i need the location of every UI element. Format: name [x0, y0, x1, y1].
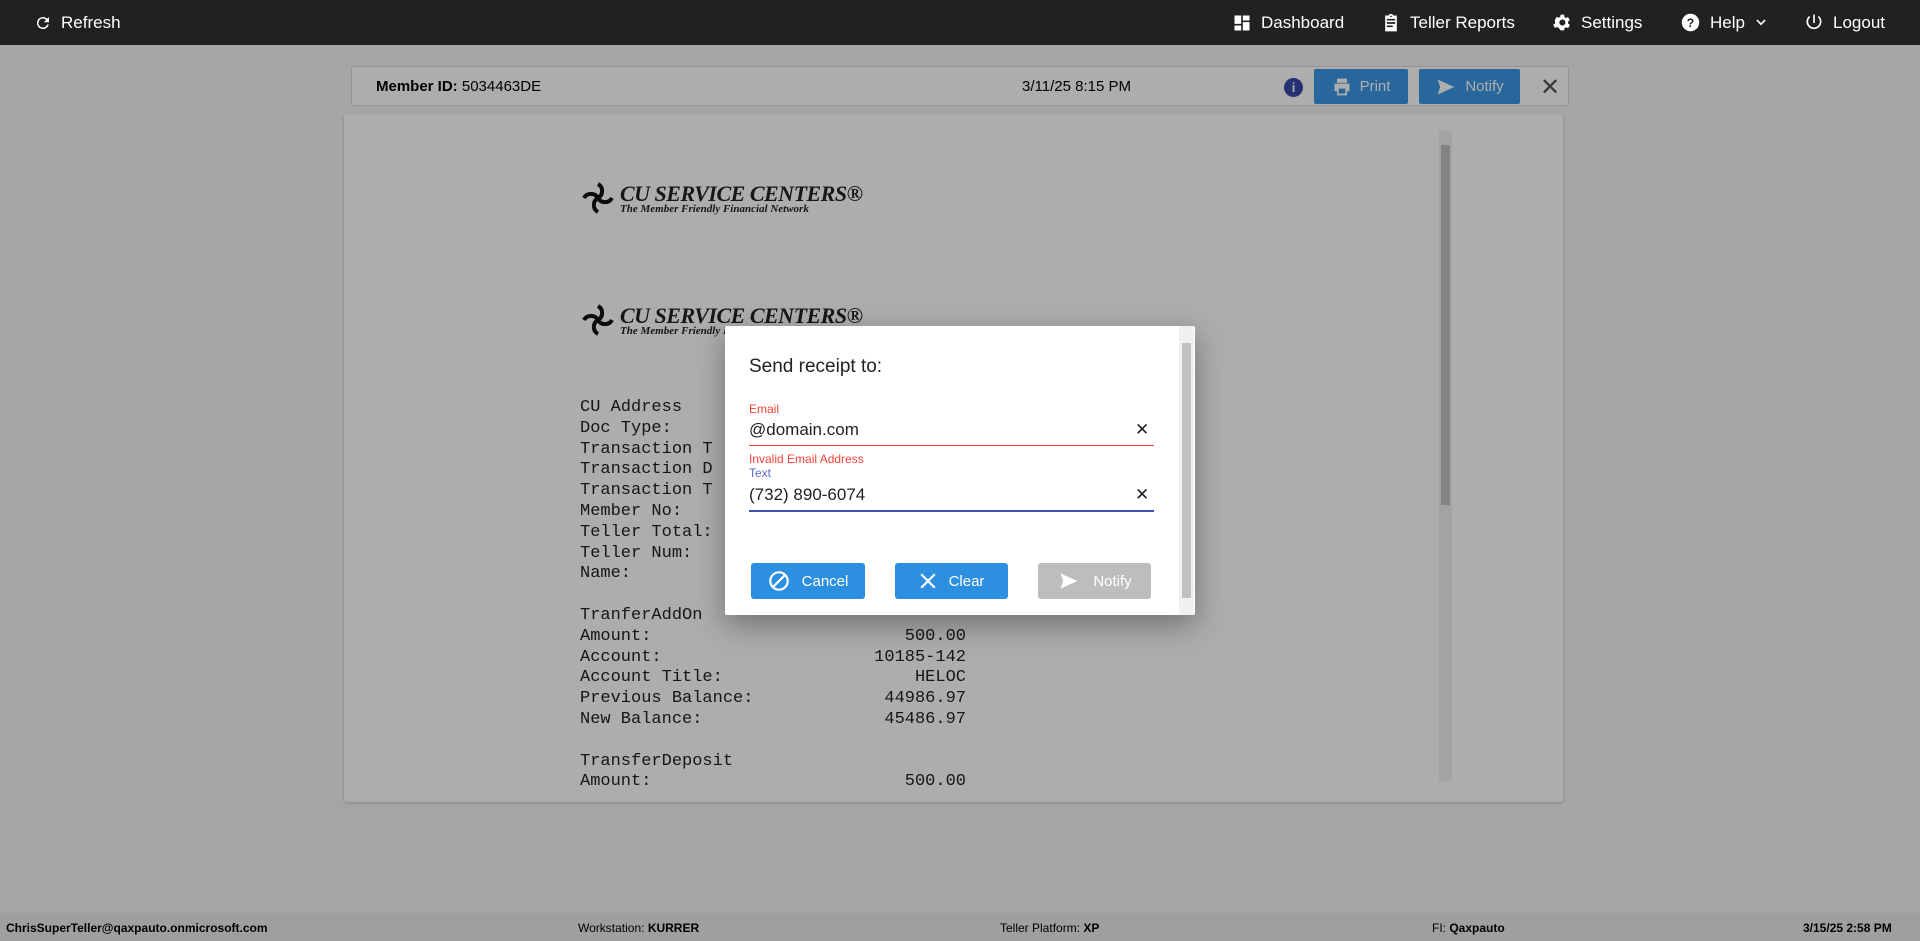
refresh-label: Refresh [61, 12, 121, 32]
top-nav-bar: Refresh Dashboard Teller Reports Setting… [0, 0, 1920, 45]
text-label: Text [749, 466, 772, 480]
refresh-icon [36, 16, 49, 29]
clear-text-icon[interactable]: ✕ [1135, 485, 1149, 505]
clear-email-icon[interactable]: ✕ [1135, 420, 1149, 440]
dialog-scrollbar[interactable] [1179, 326, 1194, 615]
nav-teller-reports[interactable]: Teller Reports [1381, 0, 1515, 45]
email-field[interactable] [749, 418, 1154, 442]
help-icon: ? [1681, 13, 1700, 32]
dialog-title: Send receipt to: [749, 356, 883, 377]
close-icon [920, 573, 936, 589]
email-label: Email [749, 402, 780, 416]
nav-settings[interactable]: Settings [1551, 0, 1642, 45]
logout-button[interactable]: Logout [1804, 0, 1885, 45]
dashboard-label: Dashboard [1261, 12, 1345, 32]
send-receipt-dialog: Send receipt to: Email ✕ Invalid Email A… [725, 326, 1195, 615]
cancel-icon [768, 571, 789, 591]
settings-label: Settings [1581, 12, 1643, 32]
dashboard-icon [1234, 15, 1250, 30]
email-error: Invalid Email Address [749, 452, 864, 466]
clipboard-icon [1385, 13, 1397, 31]
notify-button[interactable]: Notify [1038, 563, 1151, 599]
text-underline [749, 510, 1154, 512]
nav-help[interactable]: ? Help [1680, 0, 1768, 45]
clear-button[interactable]: Clear [895, 563, 1008, 599]
help-label: Help [1710, 12, 1745, 32]
teller-reports-label: Teller Reports [1410, 12, 1515, 32]
send-icon [1060, 573, 1078, 589]
chevron-down-icon [1756, 19, 1766, 25]
svg-text:?: ? [1687, 16, 1694, 30]
email-underline [749, 445, 1154, 446]
power-icon [1806, 14, 1822, 29]
gear-icon [1553, 14, 1570, 31]
nav-dashboard[interactable]: Dashboard [1232, 0, 1344, 45]
cancel-button[interactable]: Cancel [751, 563, 865, 599]
text-phone-field[interactable] [749, 483, 1154, 507]
logout-label: Logout [1833, 12, 1885, 32]
refresh-button[interactable]: Refresh [34, 0, 121, 45]
